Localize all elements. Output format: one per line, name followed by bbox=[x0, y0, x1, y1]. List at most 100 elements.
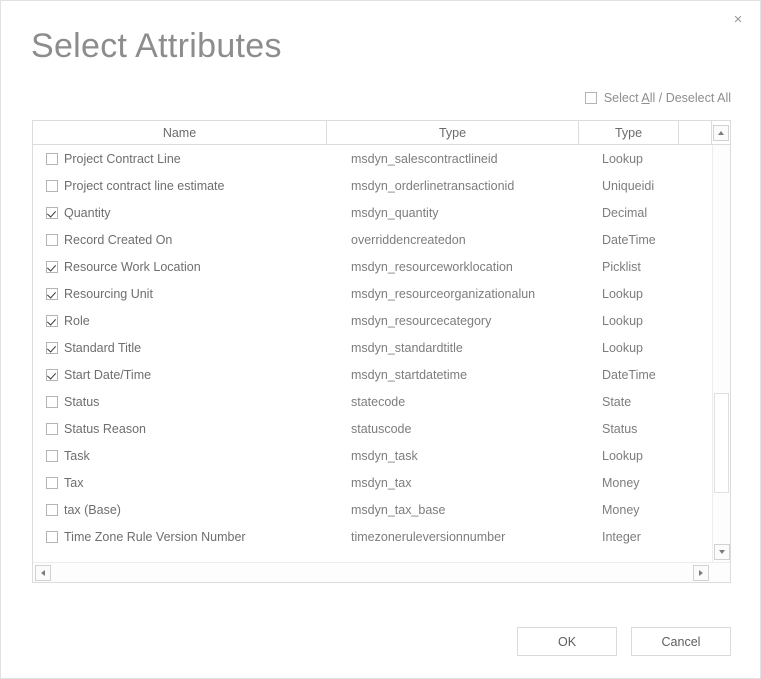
attribute-display-name: Project contract line estimate bbox=[64, 179, 225, 193]
table-row[interactable]: Role msdyn_resourcecategoryLookup bbox=[33, 307, 712, 334]
row-checkbox[interactable] bbox=[46, 261, 58, 273]
attribute-logical-name: msdyn_orderlinetransactionid bbox=[327, 172, 579, 199]
row-checkbox[interactable] bbox=[46, 450, 58, 462]
cell-name: Project Contract Line bbox=[33, 145, 327, 172]
row-checkbox[interactable] bbox=[46, 504, 58, 516]
table-row[interactable]: Resourcing Unitmsdyn_resourceorganizatio… bbox=[33, 280, 712, 307]
row-checkbox[interactable] bbox=[46, 288, 58, 300]
attribute-data-type: Lookup bbox=[579, 280, 679, 307]
attribute-display-name: Project Contract Line bbox=[64, 152, 181, 166]
table-row[interactable]: Taxmsdyn_taxMoney bbox=[33, 469, 712, 496]
row-checkbox[interactable] bbox=[46, 180, 58, 192]
table-header-row: Name Type Type bbox=[33, 121, 730, 145]
vertical-scrollbar[interactable] bbox=[712, 145, 730, 562]
attribute-data-type: Money bbox=[579, 469, 679, 496]
row-checkbox[interactable] bbox=[46, 342, 58, 354]
row-checkbox[interactable] bbox=[46, 477, 58, 489]
scroll-left-button[interactable] bbox=[35, 565, 51, 581]
row-checkbox[interactable] bbox=[46, 234, 58, 246]
table-row[interactable]: Project Contract Linemsdyn_salescontract… bbox=[33, 145, 712, 172]
attribute-logical-name: msdyn_task bbox=[327, 442, 579, 469]
table-row[interactable]: Status Reason statuscodeStatus bbox=[33, 415, 712, 442]
table-rows-viewport[interactable]: Project Contract Linemsdyn_salescontract… bbox=[33, 145, 712, 562]
table-row[interactable]: Taskmsdyn_taskLookup bbox=[33, 442, 712, 469]
table-row[interactable]: tax (Base)msdyn_tax_baseMoney bbox=[33, 496, 712, 523]
close-icon[interactable]: × bbox=[726, 7, 750, 31]
attribute-logical-name: statecode bbox=[327, 388, 579, 415]
attribute-display-name: Time Zone Rule Version Number bbox=[64, 530, 246, 544]
dialog-footer: OK Cancel bbox=[517, 627, 731, 656]
attribute-data-type: Lookup bbox=[579, 307, 679, 334]
attribute-logical-name: msdyn_standardtitle bbox=[327, 334, 579, 361]
attribute-data-type: Status bbox=[579, 415, 679, 442]
cell-name: Role bbox=[33, 307, 327, 334]
scroll-down-button[interactable] bbox=[714, 544, 730, 560]
cell-name: Status bbox=[33, 388, 327, 415]
attribute-logical-name: msdyn_quantity bbox=[327, 199, 579, 226]
table-row[interactable]: Status statecodeState bbox=[33, 388, 712, 415]
row-checkbox[interactable] bbox=[46, 531, 58, 543]
select-all-toggle[interactable]: Select All / Deselect All bbox=[585, 91, 731, 105]
attribute-logical-name: statuscode bbox=[327, 415, 579, 442]
cancel-button[interactable]: Cancel bbox=[631, 627, 731, 656]
column-header-type[interactable]: Type bbox=[579, 121, 679, 144]
horizontal-scrollbar[interactable] bbox=[33, 562, 730, 582]
ok-button[interactable]: OK bbox=[517, 627, 617, 656]
cell-name: Tax bbox=[33, 469, 327, 496]
cell-name: Status Reason bbox=[33, 415, 327, 442]
triangle-up-icon bbox=[713, 125, 729, 141]
attribute-display-name: Role bbox=[64, 314, 90, 328]
table-row[interactable]: Time Zone Rule Version Number timezonerul… bbox=[33, 523, 712, 550]
cell-name: Project contract line estimate bbox=[33, 172, 327, 199]
table-row[interactable]: Project contract line estimate msdyn_orde… bbox=[33, 172, 712, 199]
attribute-logical-name: timezoneruleversionnumber bbox=[327, 523, 579, 550]
attribute-logical-name: overriddencreatedon bbox=[327, 226, 579, 253]
attribute-display-name: Status bbox=[64, 395, 99, 409]
scroll-up-button[interactable] bbox=[712, 121, 730, 144]
column-header-logical[interactable]: Type bbox=[327, 121, 579, 144]
row-checkbox[interactable] bbox=[46, 423, 58, 435]
page-title: Select Attributes bbox=[31, 27, 282, 66]
column-header-filler bbox=[679, 121, 712, 144]
cell-name: Resourcing Unit bbox=[33, 280, 327, 307]
cell-name: Resource Work Location bbox=[33, 253, 327, 280]
select-all-label-suffix: ll / Deselect All bbox=[650, 91, 731, 105]
attribute-display-name: Status Reason bbox=[64, 422, 146, 436]
attribute-data-type: Money bbox=[579, 496, 679, 523]
select-attributes-dialog: × Select Attributes Select All / Deselec… bbox=[0, 0, 761, 679]
row-checkbox[interactable] bbox=[46, 369, 58, 381]
attribute-data-type: DateTime bbox=[579, 226, 679, 253]
scroll-right-button[interactable] bbox=[693, 565, 709, 581]
attribute-display-name: Resource Work Location bbox=[64, 260, 201, 274]
cell-name: Quantity bbox=[33, 199, 327, 226]
triangle-down-icon bbox=[719, 550, 725, 554]
row-checkbox[interactable] bbox=[46, 315, 58, 327]
table-row[interactable]: Standard Titlemsdyn_standardtitleLookup bbox=[33, 334, 712, 361]
attributes-list: Name Type Type Project Contract Linemsdy… bbox=[32, 120, 731, 583]
cell-name: Record Created On bbox=[33, 226, 327, 253]
cell-name: Time Zone Rule Version Number bbox=[33, 523, 327, 550]
attribute-data-type: Lookup bbox=[579, 145, 679, 172]
row-checkbox[interactable] bbox=[46, 396, 58, 408]
attribute-display-name: Start Date/Time bbox=[64, 368, 151, 382]
attribute-data-type: Lookup bbox=[579, 334, 679, 361]
attribute-data-type: Integer bbox=[579, 523, 679, 550]
row-checkbox[interactable] bbox=[46, 153, 58, 165]
attribute-logical-name: msdyn_tax bbox=[327, 469, 579, 496]
column-header-name[interactable]: Name bbox=[33, 121, 327, 144]
attribute-logical-name: msdyn_resourcecategory bbox=[327, 307, 579, 334]
attribute-data-type: Picklist bbox=[579, 253, 679, 280]
table-row[interactable]: Record Created OnoverriddencreatedonDate… bbox=[33, 226, 712, 253]
attribute-data-type: State bbox=[579, 388, 679, 415]
table-row[interactable]: Quantitymsdyn_quantityDecimal bbox=[33, 199, 712, 226]
select-all-label: Select All / Deselect All bbox=[604, 91, 731, 105]
select-all-checkbox[interactable] bbox=[585, 92, 597, 104]
vertical-scrollbar-thumb[interactable] bbox=[714, 393, 729, 493]
select-all-accelerator: A bbox=[641, 91, 649, 105]
row-checkbox[interactable] bbox=[46, 207, 58, 219]
table-row[interactable]: Start Date/Timemsdyn_startdatetimeDateTi… bbox=[33, 361, 712, 388]
table-row[interactable]: Resource Work Location msdyn_resourcework… bbox=[33, 253, 712, 280]
attribute-logical-name: msdyn_resourceworklocation bbox=[327, 253, 579, 280]
cell-name: tax (Base) bbox=[33, 496, 327, 523]
attribute-data-type: DateTime bbox=[579, 361, 679, 388]
